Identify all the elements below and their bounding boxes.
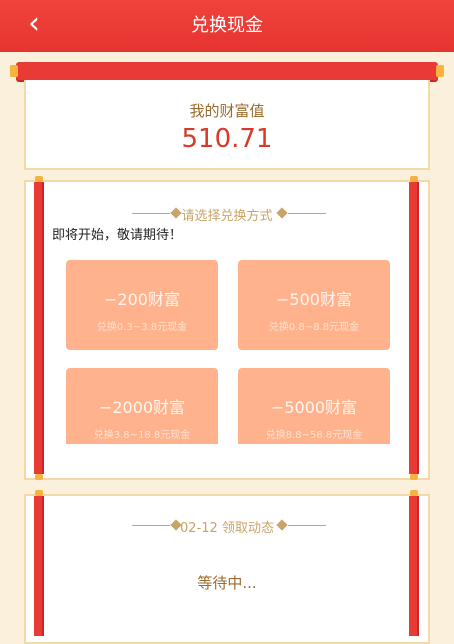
option-amount: −200财富 bbox=[104, 290, 180, 309]
scroll-rod-cap bbox=[10, 65, 18, 77]
option-amount: −500财富 bbox=[276, 290, 352, 309]
scroll-rod-right bbox=[409, 496, 419, 636]
scroll-rod-cap bbox=[35, 474, 43, 480]
activity-section-title: 02-12 领取动态 bbox=[180, 521, 274, 536]
page-title: 兑换现金 bbox=[191, 15, 263, 36]
exchange-option-5000[interactable]: −5000财富 兑换8.8~58.8元现金 bbox=[238, 368, 390, 444]
wealth-label: 我的财富值 bbox=[189, 102, 265, 120]
exchange-section-title: 请选择兑换方式 bbox=[181, 209, 273, 224]
exchange-notice: 即将开始，敬请期待！ bbox=[52, 228, 183, 243]
option-desc: 兑换0.3~3.8元现金 bbox=[96, 322, 188, 333]
scroll-rod-cap bbox=[410, 474, 418, 480]
header-bar: ‹ 兑换现金 bbox=[0, 0, 454, 52]
scroll-rod-left bbox=[34, 182, 44, 474]
option-amount: −5000财富 bbox=[270, 398, 358, 417]
activity-panel: 02-12 领取动态 等待中... bbox=[24, 494, 430, 644]
decor-line-right bbox=[288, 525, 326, 526]
activity-status: 等待中... bbox=[197, 574, 257, 592]
decor-line-right bbox=[288, 213, 326, 214]
exchange-option-2000[interactable]: −2000财富 兑换3.8~18.8元现金 bbox=[66, 368, 218, 444]
chevron-left-icon[interactable]: ‹ bbox=[28, 9, 40, 39]
option-desc: 兑换0.8~8.8元现金 bbox=[268, 322, 360, 333]
exchange-option-200[interactable]: −200财富 兑换0.3~3.8元现金 bbox=[66, 260, 218, 350]
scroll-rod-left bbox=[34, 496, 44, 636]
scroll-rod-cap bbox=[436, 65, 444, 77]
scroll-rod-top bbox=[16, 62, 438, 80]
option-desc: 兑换8.8~58.8元现金 bbox=[265, 430, 363, 441]
scroll-rod-right bbox=[409, 182, 419, 474]
exchange-panel: 请选择兑换方式 即将开始，敬请期待！ −200财富 兑换0.3~3.8元现金 −… bbox=[24, 180, 430, 480]
option-amount: −2000财富 bbox=[98, 398, 186, 417]
option-desc: 兑换3.8~18.8元现金 bbox=[93, 430, 191, 441]
wealth-value: 510.71 bbox=[181, 124, 273, 154]
wealth-panel: 我的财富值 510.71 bbox=[24, 80, 430, 170]
exchange-option-500[interactable]: −500财富 兑换0.8~8.8元现金 bbox=[238, 260, 390, 350]
